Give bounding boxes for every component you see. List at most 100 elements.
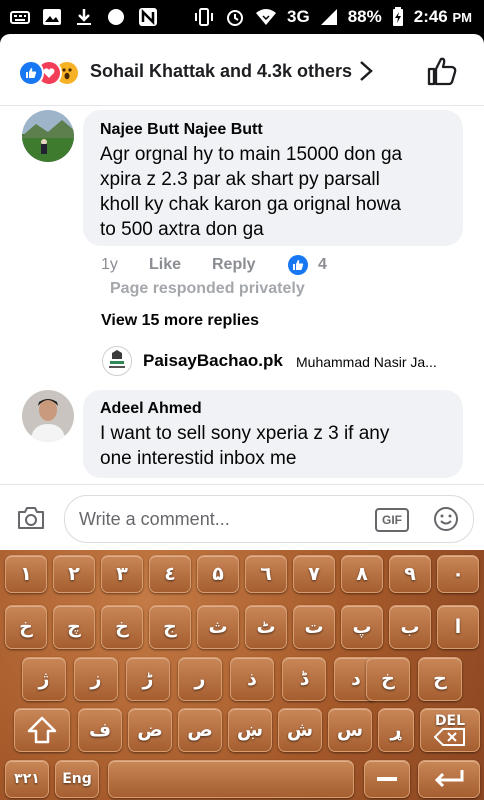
comment-line: to 500 axtra don ga <box>100 219 264 240</box>
key[interactable]: س <box>328 708 372 752</box>
comment-line: I want to sell sony xperia z 3 if any <box>100 423 390 444</box>
key[interactable]: ٦ <box>245 555 287 593</box>
space-key[interactable] <box>108 760 354 798</box>
key[interactable]: ۹ <box>389 555 431 593</box>
comment-line: xpira z 2.3 par ak shart py parsall <box>100 169 380 190</box>
avatar[interactable] <box>22 390 74 442</box>
delete-key[interactable]: DEL <box>420 708 480 752</box>
like-button[interactable]: Like <box>149 256 181 274</box>
comment-text: Agr orgnal hy to main 15000 don ga xpira… <box>100 142 402 242</box>
key[interactable]: ڈ <box>282 657 326 701</box>
dash-icon <box>377 777 397 781</box>
like-count: 4 <box>318 256 327 273</box>
key[interactable]: ړ <box>378 708 414 752</box>
battery-percent: 88% <box>347 7 382 26</box>
enter-icon <box>434 770 464 788</box>
chevron-right-icon[interactable] <box>358 58 374 89</box>
key[interactable]: ژ <box>22 657 66 701</box>
like-badge-icon[interactable] <box>288 255 308 275</box>
keyboard-icon <box>10 11 30 24</box>
notification-icons <box>10 8 158 26</box>
key[interactable]: خ <box>366 657 410 701</box>
key[interactable]: پ <box>341 605 383 649</box>
thumbs-up-icon[interactable] <box>425 54 459 88</box>
header-divider <box>0 105 484 106</box>
english-key[interactable]: Eng <box>55 760 99 798</box>
key[interactable]: ڑ <box>126 657 170 701</box>
like-icon <box>18 60 44 86</box>
key[interactable]: ش <box>278 708 322 752</box>
image-icon <box>43 9 61 25</box>
comment-line: kholl ky chak karon ga orignal howa <box>100 194 402 215</box>
reaction-icons <box>18 60 90 86</box>
battery-icon <box>392 7 403 26</box>
key[interactable]: ر <box>178 657 222 701</box>
key[interactable]: ۱ <box>5 555 47 593</box>
key[interactable]: ا <box>437 605 479 649</box>
key[interactable]: ت <box>293 605 335 649</box>
comment-placeholder: Write a comment... <box>79 509 230 529</box>
key[interactable]: ذ <box>230 657 274 701</box>
key[interactable]: ز <box>74 657 118 701</box>
key[interactable]: ۸ <box>341 555 383 593</box>
key[interactable]: ٹ <box>245 605 287 649</box>
comment-author[interactable]: Najee Butt Najee Butt <box>100 121 263 139</box>
wifi-icon <box>256 9 277 25</box>
circle-icon <box>108 9 124 25</box>
vibrate-icon <box>195 8 214 26</box>
download-icon <box>77 9 91 25</box>
signal-icon <box>320 9 337 25</box>
backspace-icon <box>434 728 465 746</box>
view-more-replies[interactable]: View 15 more replies <box>101 312 259 330</box>
page-avatar[interactable] <box>102 346 132 376</box>
enter-key[interactable] <box>418 760 480 798</box>
comment-text: I want to sell sony xperia z 3 if any on… <box>100 421 389 471</box>
key[interactable]: ح <box>418 657 462 701</box>
key[interactable]: ث <box>197 605 239 649</box>
key[interactable]: ښ <box>228 708 272 752</box>
key[interactable]: ۵ <box>197 555 239 593</box>
key[interactable]: خ <box>101 605 143 649</box>
numbers-key[interactable]: ۳۲۱ <box>5 760 49 798</box>
key[interactable]: ص <box>178 708 222 752</box>
dash-key[interactable] <box>364 760 410 798</box>
urdu-keyboard: ۱ ۲ ۳ ٤ ۵ ٦ ۷ ۸ ۹ ۰ خ چ خ ج ث ٹ ت پ ب ا … <box>0 550 484 800</box>
delete-label: DEL <box>434 713 466 729</box>
reply-preview-text[interactable]: Muhammad Nasir Ja... <box>296 354 437 370</box>
key[interactable]: ف <box>78 708 122 752</box>
page-responded-note: Page responded privately <box>110 280 305 297</box>
key[interactable]: خ <box>5 605 47 649</box>
comment-line: one interestid inbox me <box>100 448 297 469</box>
comment-author[interactable]: Adeel Ahmed <box>100 400 202 418</box>
status-indicators: 3G 88% 2:46 PM <box>193 7 472 27</box>
emoji-icon[interactable] <box>433 506 459 532</box>
comment-age: 1y <box>101 256 118 273</box>
key[interactable]: ض <box>128 708 172 752</box>
comments-sheet: Sohail Khattak and 4.3k others Najee But… <box>0 34 484 550</box>
status-bar: 3G 88% 2:46 PM <box>0 0 484 34</box>
alarm-icon <box>227 10 244 26</box>
comment-input[interactable]: Write a comment... GIF <box>64 495 474 543</box>
reply-preview-author[interactable]: PaisayBachao.pk <box>143 351 283 371</box>
avatar[interactable] <box>22 110 74 162</box>
reactions-bar[interactable]: Sohail Khattak and 4.3k others <box>0 34 484 106</box>
key[interactable]: ب <box>389 605 431 649</box>
comment-composer: Write a comment... GIF <box>0 484 484 550</box>
shift-key[interactable] <box>14 708 70 752</box>
camera-icon[interactable] <box>16 505 46 531</box>
shift-icon <box>27 716 57 744</box>
reactions-summary: Sohail Khattak and 4.3k others <box>90 61 353 81</box>
clock: 2:46 PM <box>413 7 472 26</box>
reply-button[interactable]: Reply <box>212 256 256 274</box>
network-type: 3G <box>287 7 310 26</box>
comment-line: Agr orgnal hy to main 15000 don ga <box>100 144 403 165</box>
key[interactable]: ج <box>149 605 191 649</box>
key[interactable]: ۲ <box>53 555 95 593</box>
key[interactable]: چ <box>53 605 95 649</box>
gif-button[interactable]: GIF <box>375 508 409 532</box>
app-n-icon <box>139 8 157 26</box>
key[interactable]: ۰ <box>437 555 479 593</box>
key[interactable]: ٤ <box>149 555 191 593</box>
key[interactable]: ۳ <box>101 555 143 593</box>
key[interactable]: ۷ <box>293 555 335 593</box>
